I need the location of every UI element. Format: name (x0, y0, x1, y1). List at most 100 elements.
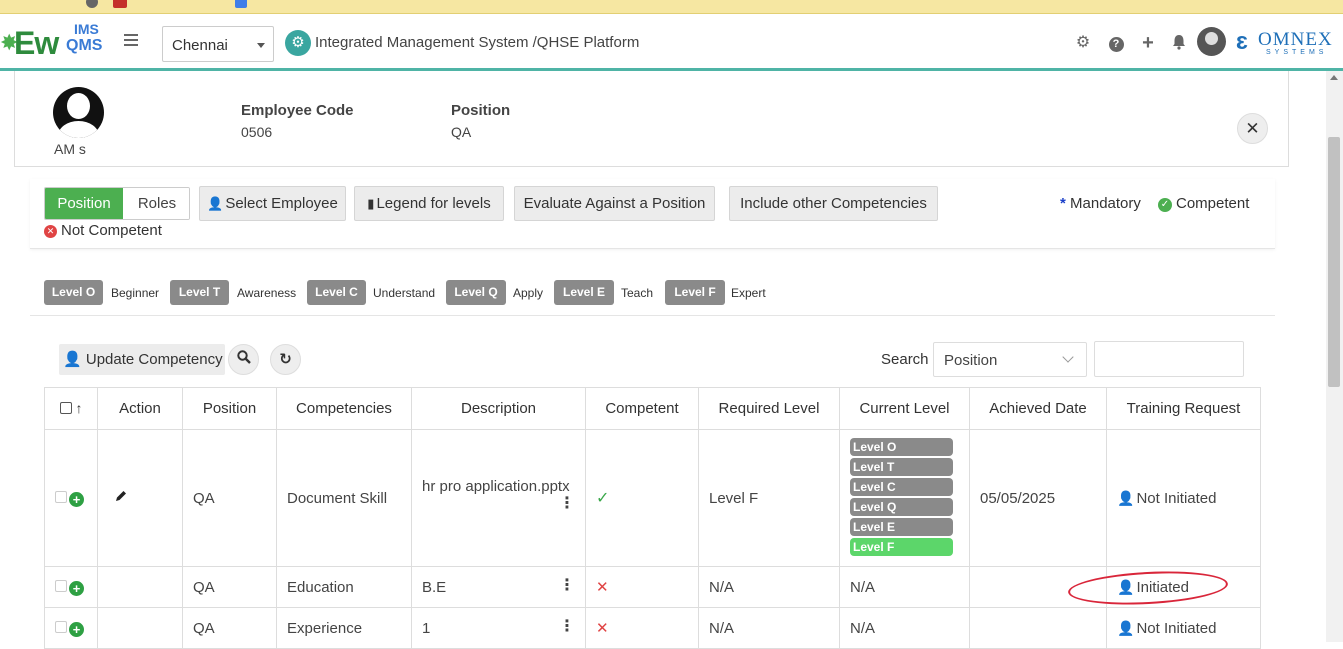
level-badge: Level F (665, 280, 725, 305)
logo-qms-text: QMS (66, 37, 103, 54)
employee-card: AM s Employee Code 0506 Position QA ✕ (14, 71, 1289, 167)
level-badge[interactable]: Level T (850, 458, 953, 476)
select-all-header[interactable]: ↑ (44, 387, 98, 430)
kebab-menu-icon[interactable]: ⋮ (559, 618, 575, 634)
toggle-position[interactable]: Position (45, 188, 123, 219)
table-row[interactable]: + QA Experience ⋮ 1 ✕ N/A N/A 👤 Not Initia… (44, 607, 1261, 649)
caret-down-icon (257, 43, 265, 48)
current-level-cell: N/A (839, 607, 970, 649)
row-checkbox[interactable] (55, 621, 67, 633)
include-competencies-button[interactable]: Include other Competencies (729, 186, 938, 221)
row-checkbox[interactable] (55, 580, 67, 592)
level-badge[interactable]: Level E (850, 518, 953, 536)
column-header[interactable]: Competent (585, 387, 699, 430)
position-roles-toggle[interactable]: Position Roles (44, 187, 190, 220)
legend-mandatory: * Mandatory (1060, 195, 1141, 212)
search-input[interactable] (1094, 341, 1244, 377)
training-request-cell: 👤 Not Initiated (1106, 607, 1261, 649)
column-header[interactable]: Training Request (1106, 387, 1261, 430)
table-row[interactable]: + QA Document Skill hr pro application.p… (44, 429, 1261, 567)
asterisk-icon: * (1060, 195, 1066, 212)
x-icon: ✕ (596, 579, 609, 596)
update-competency-button[interactable]: 👤 Update Competency (59, 344, 225, 375)
position-label: Position (451, 102, 511, 119)
help-icon[interactable]: ? (1107, 34, 1125, 52)
column-header[interactable]: Description (411, 387, 586, 430)
settings-cog-icon: ⚙ (285, 30, 311, 56)
column-header[interactable]: Action (97, 387, 183, 430)
evaluate-position-button[interactable]: Evaluate Against a Position (514, 186, 715, 221)
pencil-icon[interactable] (114, 489, 128, 503)
expand-plus-icon[interactable]: + (69, 492, 84, 507)
bookmark-icon[interactable] (86, 0, 98, 8)
x-circle-icon: ✕ (44, 225, 57, 238)
level-badge[interactable]: Level Q (850, 498, 953, 516)
column-header[interactable]: Competencies (276, 387, 412, 430)
required-level-cell: Level F (698, 429, 840, 567)
select-employee-button[interactable]: 👤 Select Employee (199, 186, 346, 221)
action-cell (97, 566, 183, 608)
youtube-bookmark-icon[interactable] (113, 0, 127, 8)
refresh-button[interactable]: ↻ (270, 344, 301, 375)
kebab-menu-icon[interactable]: ⋮ (422, 495, 575, 511)
select-all-checkbox[interactable] (59, 402, 72, 414)
user-avatar[interactable] (1197, 27, 1226, 56)
search-label: Search (881, 351, 929, 368)
description-text[interactable]: hr pro application.pptx (422, 478, 575, 495)
expand-plus-icon[interactable]: + (69, 622, 84, 637)
plus-icon[interactable]: + (1139, 33, 1157, 53)
scroll-up-icon[interactable] (1330, 75, 1338, 80)
user-edit-icon: 👤 (63, 351, 82, 368)
scrollbar-thumb[interactable] (1328, 137, 1340, 387)
toggle-roles[interactable]: Roles (123, 188, 189, 219)
level-badge[interactable]: Level O (850, 438, 953, 456)
bell-icon[interactable] (1170, 34, 1188, 52)
achieved-date-cell (969, 566, 1107, 608)
position-cell: QA (182, 429, 277, 567)
legend-levels-button[interactable]: ▮ Legend for levels (354, 186, 504, 221)
competent-cell: ✓ (585, 429, 699, 567)
sort-up-icon[interactable]: ↑ (76, 400, 83, 416)
level-badge: Level Q (446, 280, 506, 305)
employee-avatar (53, 87, 104, 138)
gear-icon[interactable]: ⚙ (1074, 34, 1092, 52)
row-checkbox[interactable] (55, 491, 67, 503)
location-select[interactable]: Chennai (162, 26, 274, 62)
action-cell (97, 607, 183, 649)
column-header[interactable]: Position (182, 387, 277, 430)
search-button[interactable] (228, 344, 259, 375)
achieved-date-cell: 05/05/2025 (969, 429, 1107, 567)
column-header[interactable]: Achieved Date (969, 387, 1107, 430)
table-row[interactable]: + QA Education ⋮ B.E ✕ N/A N/A 👤 Initiated (44, 566, 1261, 608)
ewqms-logo[interactable]: ✸ Ew IMS QMS (0, 22, 112, 62)
level-badge-active[interactable]: Level F (850, 538, 953, 556)
position-value: QA (451, 124, 472, 140)
level-badge: Level C (307, 280, 366, 305)
kebab-menu-icon[interactable]: ⋮ (559, 577, 575, 593)
column-header[interactable]: Required Level (698, 387, 840, 430)
bookmark-icon[interactable] (235, 0, 247, 8)
legend-competent: ✓ Competent (1158, 195, 1249, 212)
search-field-select[interactable]: Position (933, 342, 1087, 377)
logo-ims-text: IMS (74, 21, 99, 37)
competency-table: ↑ Action Position Competencies Descripti… (44, 387, 1261, 649)
description-cell: ⋮ 1 (411, 607, 586, 649)
current-level-cell: N/A (839, 566, 970, 608)
page-scrollbar[interactable] (1326, 71, 1343, 642)
check-icon: ✓ (596, 490, 610, 507)
close-button[interactable]: ✕ (1237, 113, 1268, 144)
chevron-down-icon (1062, 351, 1074, 363)
level-badge[interactable]: Level C (850, 478, 953, 496)
column-header[interactable]: Current Level (839, 387, 970, 430)
achieved-date-cell (969, 607, 1107, 649)
expand-plus-icon[interactable]: + (69, 581, 84, 596)
search-field-value: Position (944, 352, 998, 369)
description-cell: hr pro application.pptx ⋮ (411, 429, 586, 567)
level-name: Awareness (237, 286, 297, 300)
brand-name: OMNEX (1258, 29, 1333, 50)
brand-sub: SYSTEMS (1266, 49, 1328, 56)
hamburger-menu-icon[interactable] (124, 34, 138, 46)
user-clock-icon: 👤 (1117, 578, 1135, 595)
level-badge: Level O (44, 280, 103, 305)
competent-cell: ✕ (585, 566, 699, 608)
